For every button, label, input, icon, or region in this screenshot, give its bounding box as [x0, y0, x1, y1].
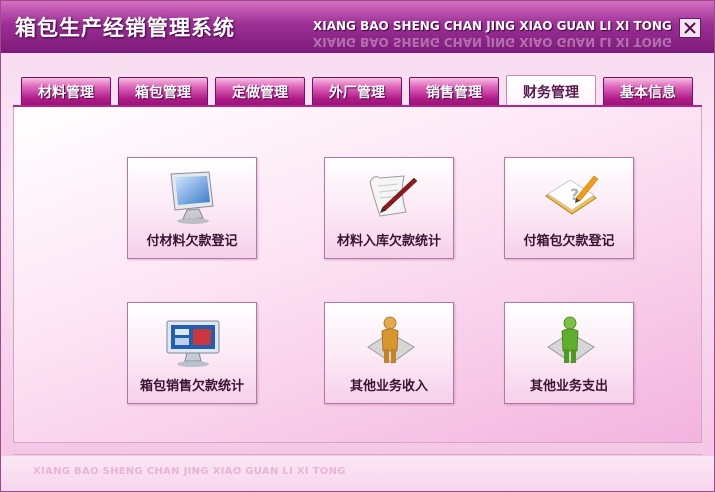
close-button[interactable]	[679, 18, 701, 38]
tab-finance-management[interactable]: 财务管理	[506, 75, 596, 107]
footer-bar: XIANG BAO SHENG CHAN JING XIAO GUAN LI X…	[1, 456, 714, 491]
title-bar: 箱包生产经销管理系统 XIANG BAO SHENG CHAN JING XIA…	[1, 1, 714, 53]
app-window: 箱包生产经销管理系统 XIANG BAO SHENG CHAN JING XIA…	[0, 0, 715, 492]
tile-pay-material-debt[interactable]: 付材料欠款登记	[127, 157, 257, 259]
tile-label: 其他业务支出	[529, 379, 608, 394]
person-green-icon	[547, 316, 595, 364]
scroll-pen-icon	[369, 175, 418, 217]
finance-panel: 付材料欠款登记 材料入库欠款统计 ? 付箱包欠款登记 箱包销售欠款统计 其他业务…	[13, 107, 702, 443]
tab-basic-info[interactable]: 基本信息	[603, 77, 693, 105]
tile-label: 付材料欠款登记	[146, 234, 238, 249]
notebook-pencil-icon: ?	[545, 175, 599, 215]
tile-pay-bag-debt[interactable]: ? 付箱包欠款登记	[504, 157, 634, 259]
tile-label: 付箱包欠款登记	[523, 234, 615, 249]
app-title-english-reflection: XIANG BAO SHENG CHAN JING XIAO GUAN LI X…	[313, 35, 672, 49]
person-gold-icon	[367, 316, 415, 364]
tile-material-inbound-debt-stats[interactable]: 材料入库欠款统计	[324, 157, 454, 259]
monitor-chart-icon	[166, 320, 220, 367]
tab-custom-order-management[interactable]: 定做管理	[215, 77, 305, 105]
tile-label: 箱包销售欠款统计	[139, 379, 244, 394]
tile-label: 材料入库欠款统计	[336, 234, 441, 249]
tab-sales-management[interactable]: 销售管理	[409, 77, 499, 105]
footer-divider	[13, 454, 702, 455]
tab-bar: 材料管理 箱包管理 定做管理 外厂管理 销售管理 财务管理 基本信息	[21, 75, 701, 107]
tile-label: 其他业务收入	[349, 379, 428, 394]
close-icon	[684, 22, 696, 34]
monitor-icon	[170, 171, 214, 224]
tab-material-management[interactable]: 材料管理	[21, 77, 111, 105]
tile-other-business-expense[interactable]: 其他业务支出	[504, 302, 634, 404]
tile-other-business-income[interactable]: 其他业务收入	[324, 302, 454, 404]
app-title: 箱包生产经销管理系统	[15, 16, 235, 40]
footer-text: XIANG BAO SHENG CHAN JING XIAO GUAN LI X…	[33, 466, 346, 477]
tab-bag-management[interactable]: 箱包管理	[118, 77, 208, 105]
tab-outsource-management[interactable]: 外厂管理	[312, 77, 402, 105]
app-title-english: XIANG BAO SHENG CHAN JING XIAO GUAN LI X…	[313, 19, 672, 33]
tile-bag-sales-debt-stats[interactable]: 箱包销售欠款统计	[127, 302, 257, 404]
